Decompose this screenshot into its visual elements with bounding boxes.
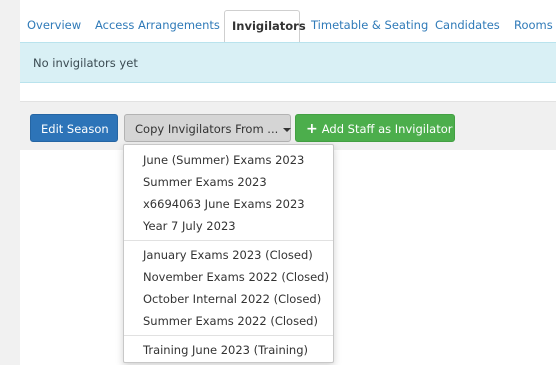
tab-access-arrangements[interactable]: Access Arrangements xyxy=(88,10,227,41)
edit-season-button[interactable]: Edit Season xyxy=(30,114,118,142)
menu-item[interactable]: Summer Exams 2023 xyxy=(124,171,333,193)
alert-text: No invigilators yet xyxy=(33,56,138,70)
menu-item[interactable]: June (Summer) Exams 2023 xyxy=(124,149,333,171)
tab-timetable-seating[interactable]: Timetable & Seating xyxy=(304,10,435,41)
tab-overview[interactable]: Overview xyxy=(20,10,88,41)
tab-rooms[interactable]: Rooms xyxy=(507,10,556,41)
add-staff-invigilator-button[interactable]: + Add Staff as Invigilator xyxy=(295,114,455,142)
menu-item[interactable]: Training June 2023 (Training) xyxy=(124,339,333,361)
menu-item[interactable]: October Internal 2022 (Closed) xyxy=(124,288,333,310)
action-bar: Edit Season Copy Invigilators From ... +… xyxy=(20,101,556,150)
plus-icon: + xyxy=(306,121,318,137)
menu-divider xyxy=(124,335,333,336)
menu-item[interactable]: Summer Exams 2022 (Closed) xyxy=(124,310,333,332)
no-invigilators-alert: No invigilators yet xyxy=(20,42,556,83)
tab-candidates[interactable]: Candidates xyxy=(428,10,507,41)
menu-item[interactable]: January Exams 2023 (Closed) xyxy=(124,244,333,266)
tab-invigilators[interactable]: Invigilators xyxy=(224,10,306,43)
copy-invigilators-label: Copy Invigilators From ... xyxy=(135,122,279,136)
edit-season-label: Edit Season xyxy=(41,122,109,136)
invigilators-page: Overview Access Arrangements Invigilator… xyxy=(20,0,556,365)
add-staff-label: Add Staff as Invigilator xyxy=(321,122,453,136)
copy-invigilators-menu: June (Summer) Exams 2023 Summer Exams 20… xyxy=(123,144,334,363)
menu-item[interactable]: November Exams 2022 (Closed) xyxy=(124,266,333,288)
copy-invigilators-dropdown-button[interactable]: Copy Invigilators From ... xyxy=(124,114,292,142)
season-tabs: Overview Access Arrangements Invigilator… xyxy=(20,0,556,43)
menu-item[interactable]: Year 7 July 2023 xyxy=(124,215,333,237)
caret-down-icon xyxy=(283,127,292,132)
menu-divider xyxy=(124,240,333,241)
menu-item[interactable]: x6694063 June Exams 2023 xyxy=(124,193,333,215)
